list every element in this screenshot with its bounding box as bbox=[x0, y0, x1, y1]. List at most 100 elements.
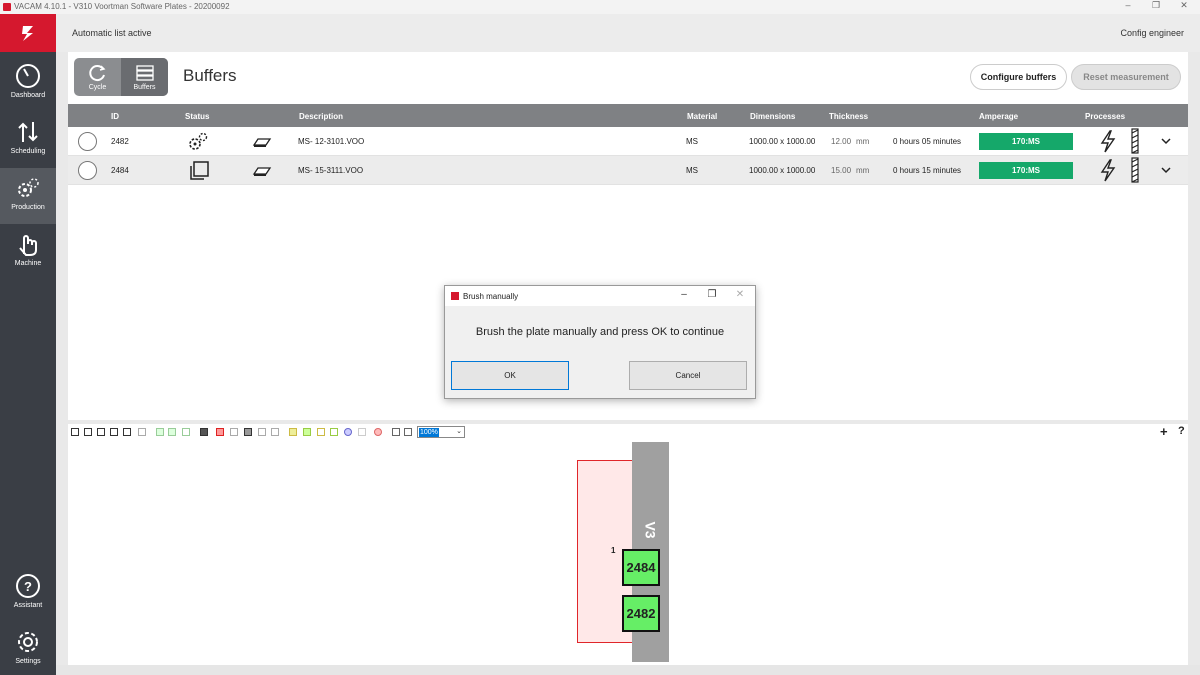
user-role[interactable]: Config engineer bbox=[1120, 28, 1184, 38]
cancel-button[interactable]: Cancel bbox=[629, 361, 747, 390]
sidebar-item-label: Settings bbox=[15, 658, 41, 665]
row-select-radio[interactable] bbox=[78, 132, 97, 151]
globe-icon[interactable] bbox=[344, 428, 352, 436]
close-button[interactable]: ✕ bbox=[733, 289, 747, 300]
view-button[interactable] bbox=[97, 428, 105, 436]
sidebar-item-production[interactable]: Production bbox=[0, 168, 56, 224]
tool-button[interactable] bbox=[156, 428, 164, 436]
app-logo-icon bbox=[451, 292, 459, 300]
row-select-radio[interactable] bbox=[78, 161, 97, 180]
minimize-button[interactable]: – bbox=[1116, 0, 1140, 10]
plate-tag[interactable]: 2482 bbox=[622, 595, 660, 632]
row-unit: mm bbox=[856, 137, 870, 146]
table-header: ID Status Description Material Dimension… bbox=[68, 104, 1188, 127]
row-dimensions: 1000.00 x 1000.00 bbox=[749, 137, 816, 146]
buffers-view-button[interactable]: Buffers bbox=[121, 58, 168, 96]
view-toggle: Cycle Buffers bbox=[74, 58, 168, 96]
table-row[interactable]: 2484 MS- 15-3111.VOO MS 1000.00 x 1000.0… bbox=[68, 156, 1188, 185]
row-material: MS bbox=[686, 166, 698, 175]
help-button[interactable]: ? bbox=[1178, 425, 1185, 437]
col-id: ID bbox=[111, 112, 119, 121]
lightning-icon bbox=[1100, 130, 1116, 153]
align-icon[interactable] bbox=[216, 428, 224, 436]
align-icon[interactable] bbox=[271, 428, 279, 436]
row-description: MS- 12-3101.VOO bbox=[298, 137, 365, 146]
sidebar-item-label: Production bbox=[11, 204, 45, 211]
buffers-label: Buffers bbox=[133, 84, 156, 91]
row-time: 0 hours 05 minutes bbox=[893, 137, 962, 146]
sidebar: Dashboard Scheduling Production Machine … bbox=[0, 14, 56, 675]
dialog-message: Brush the plate manually and press OK to… bbox=[475, 326, 725, 338]
tool-button[interactable] bbox=[138, 428, 146, 436]
drill-icon bbox=[1131, 157, 1139, 183]
configure-buffers-button[interactable]: Configure buffers bbox=[970, 64, 1067, 90]
tool-button[interactable] bbox=[303, 428, 311, 436]
drawing-canvas[interactable]: V3 1 2484 2482 bbox=[68, 440, 1188, 665]
align-icon[interactable] bbox=[244, 428, 252, 436]
reset-measurement-button[interactable]: Reset measurement bbox=[1071, 64, 1181, 90]
align-icon[interactable] bbox=[230, 428, 238, 436]
page-title: Buffers bbox=[183, 66, 237, 85]
chevron-down-icon[interactable] bbox=[1161, 137, 1171, 145]
conveyor-label: V3 bbox=[642, 521, 659, 539]
row-time: 0 hours 15 minutes bbox=[893, 166, 962, 175]
chevron-down-icon[interactable] bbox=[1161, 166, 1171, 174]
sidebar-item-label: Assistant bbox=[13, 602, 43, 609]
voortman-logo-icon[interactable] bbox=[0, 14, 56, 52]
view-button[interactable] bbox=[123, 428, 131, 436]
cycle-icon bbox=[88, 65, 105, 82]
ok-button[interactable]: OK bbox=[451, 361, 569, 390]
tool-button[interactable] bbox=[168, 428, 176, 436]
sort-arrows-icon bbox=[18, 122, 38, 142]
tool-button[interactable] bbox=[289, 428, 297, 436]
plate-tag[interactable]: 2484 bbox=[622, 549, 660, 586]
amperage-badge: 170:MS bbox=[979, 133, 1073, 150]
table-row[interactable]: 2482 MS- 12-3101.VOO MS 1000.00 x 1000.0… bbox=[68, 127, 1188, 156]
view-button[interactable] bbox=[110, 428, 118, 436]
hand-pointer-icon bbox=[19, 235, 37, 256]
dialog-title: Brush manually bbox=[463, 292, 519, 301]
drawing-toolbar: 100% ⌄ + ? bbox=[68, 424, 1188, 440]
col-description: Description bbox=[299, 112, 344, 121]
plate-icon bbox=[252, 167, 272, 176]
view-button[interactable] bbox=[84, 428, 92, 436]
maximize-button[interactable]: ❐ bbox=[1144, 0, 1168, 11]
sidebar-item-assistant[interactable]: ? Assistant bbox=[0, 566, 56, 622]
arrow-icon[interactable] bbox=[358, 428, 366, 436]
sidebar-item-dashboard[interactable]: Dashboard bbox=[0, 56, 56, 112]
gears-icon bbox=[189, 132, 208, 150]
add-button[interactable]: + bbox=[1160, 424, 1168, 439]
gears-icon bbox=[18, 178, 39, 197]
col-thickness: Thickness bbox=[829, 112, 869, 121]
stop-icon[interactable] bbox=[374, 428, 382, 436]
align-icon[interactable] bbox=[258, 428, 266, 436]
col-dimensions: Dimensions bbox=[750, 112, 796, 121]
tool-button[interactable] bbox=[330, 428, 338, 436]
gauge-icon bbox=[16, 64, 40, 88]
sidebar-item-machine[interactable]: Machine bbox=[0, 224, 56, 280]
zoom-out-icon[interactable] bbox=[404, 428, 412, 436]
sidebar-item-label: Scheduling bbox=[10, 148, 46, 155]
tool-button[interactable] bbox=[317, 428, 325, 436]
sidebar-item-scheduling[interactable]: Scheduling bbox=[0, 112, 56, 168]
cycle-view-button[interactable]: Cycle bbox=[74, 58, 121, 96]
minimize-button[interactable]: – bbox=[677, 289, 691, 300]
sidebar-item-settings[interactable]: Settings bbox=[0, 622, 56, 675]
drill-icon bbox=[1131, 128, 1139, 154]
zoom-in-icon[interactable] bbox=[392, 428, 400, 436]
col-processes: Processes bbox=[1085, 112, 1126, 121]
amperage-badge: 170:MS bbox=[979, 162, 1073, 179]
zoom-value: 100% bbox=[419, 428, 439, 437]
zoom-select[interactable]: 100% ⌄ bbox=[417, 426, 465, 438]
close-button[interactable]: ✕ bbox=[1172, 0, 1196, 11]
gear-icon bbox=[18, 632, 38, 652]
dialog-title-bar: Brush manually – ❐ ✕ bbox=[445, 286, 755, 306]
print-icon[interactable] bbox=[200, 428, 208, 436]
col-material: Material bbox=[687, 112, 718, 121]
sidebar-item-label: Machine bbox=[14, 260, 42, 267]
row-unit: mm bbox=[856, 166, 870, 175]
maximize-button[interactable]: ❐ bbox=[705, 289, 719, 300]
help-icon: ? bbox=[16, 574, 40, 598]
tool-button[interactable] bbox=[182, 428, 190, 436]
view-button[interactable] bbox=[71, 428, 79, 436]
